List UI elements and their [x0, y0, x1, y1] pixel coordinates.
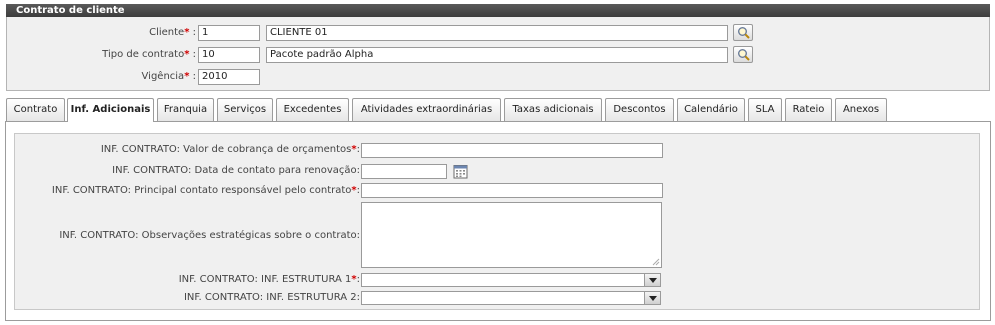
vigencia-input[interactable]: 2010	[198, 69, 260, 85]
observacoes-estrategicas-label: INF. CONTRATO: Observações estratégicas …	[59, 230, 360, 241]
tab-contrato[interactable]: Contrato	[6, 98, 65, 121]
tipo-contrato-code-input[interactable]: 10	[198, 47, 260, 63]
search-icon	[737, 49, 750, 61]
tab-calendario[interactable]: Calendário	[677, 98, 745, 121]
observacoes-estrategicas-textarea[interactable]	[361, 202, 662, 268]
vigencia-label: Vigência* :	[141, 71, 196, 82]
tipo-contrato-search-button[interactable]	[733, 46, 753, 63]
valor-cobranca-input[interactable]	[361, 143, 663, 158]
estrutura-2-label: INF. CONTRATO: INF. ESTRUTURA 2:	[183, 292, 360, 303]
estrutura-1-select[interactable]	[361, 273, 661, 287]
data-contato-renovacao-input[interactable]	[361, 164, 447, 179]
tipo-contrato-name-input[interactable]: Pacote padrão Alpha	[266, 47, 728, 63]
tipo-contrato-label: Tipo de contrato* :	[102, 49, 196, 60]
tab-rateio[interactable]: Rateio	[785, 98, 832, 121]
estrutura-2-select[interactable]	[361, 291, 661, 305]
calendar-button[interactable]	[453, 164, 468, 179]
tab-servicos[interactable]: Serviços	[217, 98, 273, 121]
tab-descontos[interactable]: Descontos	[605, 98, 674, 121]
tab-anexos[interactable]: Anexos	[835, 98, 887, 121]
tab-atividades-extraordinarias[interactable]: Atividades extraordinárias	[352, 98, 501, 121]
resize-handle-icon[interactable]	[652, 258, 660, 266]
cliente-label: Cliente* :	[149, 27, 196, 38]
tab-taxas-adicionais[interactable]: Taxas adicionais	[504, 98, 602, 121]
data-contato-renovacao-label: INF. CONTRATO: Data de contato para reno…	[112, 165, 360, 176]
valor-cobranca-label: INF. CONTRATO: Valor de cobrança de orça…	[100, 144, 360, 155]
calendar-icon	[453, 165, 468, 179]
principal-contato-input[interactable]	[361, 183, 663, 198]
chevron-down-icon	[644, 292, 660, 304]
tab-inf-adicionais[interactable]: Inf. Adicionais	[67, 98, 154, 122]
tab-excedentes[interactable]: Excedentes	[276, 98, 349, 121]
cliente-name-input[interactable]: CLIENTE 01	[266, 25, 728, 41]
cliente-search-button[interactable]	[733, 24, 753, 41]
chevron-down-icon	[644, 274, 660, 286]
estrutura-1-label: INF. CONTRATO: INF. ESTRUTURA 1*:	[178, 274, 360, 285]
cliente-code-input[interactable]: 1	[198, 25, 260, 41]
tab-franquia[interactable]: Franquia	[157, 98, 214, 121]
panel-title: Contrato de cliente	[6, 4, 990, 17]
principal-contato-label: INF. CONTRATO: Principal contato respons…	[51, 185, 360, 196]
tab-sla[interactable]: SLA	[748, 98, 782, 121]
search-icon	[737, 27, 750, 39]
